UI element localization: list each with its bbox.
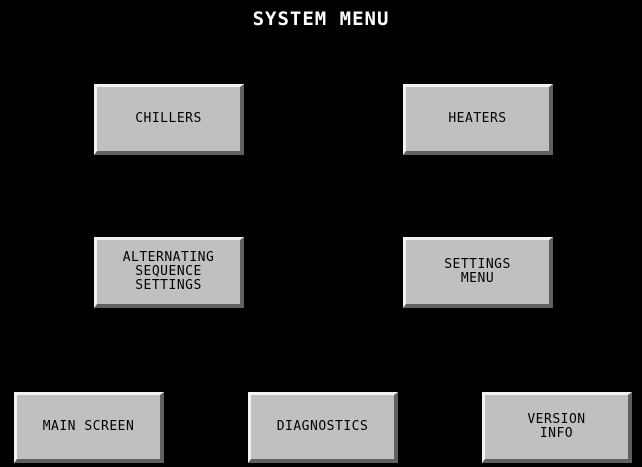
version-info-button-label: VERSION INFO [527, 412, 586, 441]
settings-menu-button-label: SETTINGS MENU [444, 257, 511, 286]
alternating-sequence-settings-button-label: ALTERNATING SEQUENCE SETTINGS [122, 250, 215, 293]
main-screen-button[interactable]: MAIN SCREEN [14, 392, 164, 463]
main-screen-button-label: MAIN SCREEN [42, 419, 135, 434]
diagnostics-button-label: DIAGNOSTICS [276, 419, 369, 434]
diagnostics-button[interactable]: DIAGNOSTICS [248, 392, 398, 463]
heaters-button-label: HEATERS [448, 111, 507, 126]
alternating-sequence-settings-button[interactable]: ALTERNATING SEQUENCE SETTINGS [94, 237, 244, 308]
system-menu-screen: SYSTEM MENU CHILLERS HEATERS ALTERNATING… [0, 0, 642, 467]
version-info-button[interactable]: VERSION INFO [482, 392, 632, 463]
page-title: SYSTEM MENU [252, 8, 390, 30]
chillers-button[interactable]: CHILLERS [94, 84, 244, 155]
heaters-button[interactable]: HEATERS [403, 84, 553, 155]
settings-menu-button[interactable]: SETTINGS MENU [403, 237, 553, 308]
chillers-button-label: CHILLERS [135, 111, 202, 126]
